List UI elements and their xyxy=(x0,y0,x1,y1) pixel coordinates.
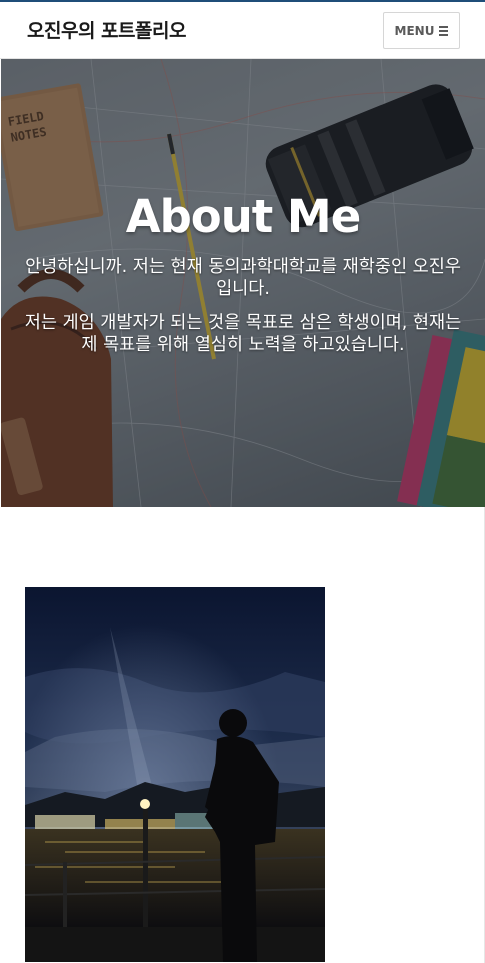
profile-photo xyxy=(25,587,325,962)
navbar: 오진우의 포트폴리오 MENU xyxy=(0,2,485,59)
hero-goal-text: 저는 게임 개발자가 되는 것을 목표로 삼은 학생이며, 현재는 제 목표를 … xyxy=(24,313,462,355)
hero-title: About Me xyxy=(125,190,361,243)
hamburger-icon xyxy=(439,25,449,36)
hero-intro-text: 안녕하십니까. 저는 현재 동의과학대학교를 재학중인 오진우 입니다. xyxy=(25,257,461,299)
hero-content: About Me 안녕하십니까. 저는 현재 동의과학대학교를 재학중인 오진우… xyxy=(1,59,485,507)
site-brand-link[interactable]: 오진우의 포트폴리오 xyxy=(27,16,186,43)
menu-button-label: MENU xyxy=(394,23,435,38)
night-lakeside-photo xyxy=(25,587,325,962)
hero-section: FIELD NOTES About Me 안녕하십니까. 저는 현재 동의과학대… xyxy=(1,59,485,507)
menu-button[interactable]: MENU xyxy=(383,12,460,49)
